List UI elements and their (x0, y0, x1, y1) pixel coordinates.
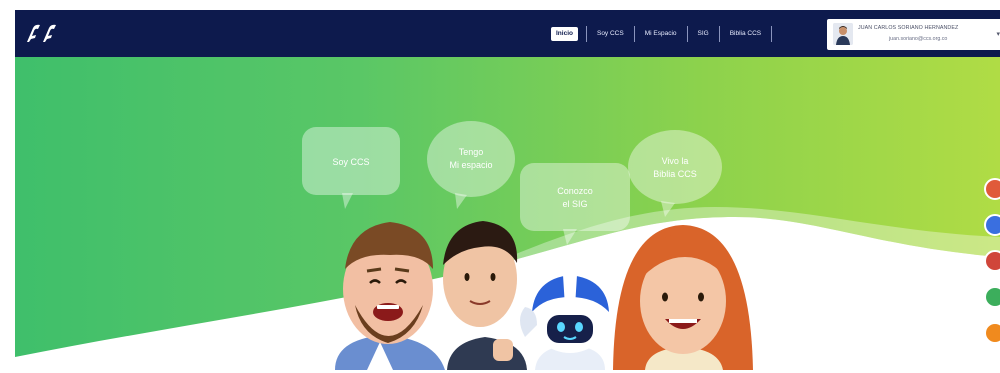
main-nav: Inicio Soy CCS Mi Espacio SIG Biblia CCS (551, 25, 773, 43)
nav-divider (771, 26, 773, 42)
bubble-text: Vivo la (662, 156, 689, 166)
bubble-text: Soy CCS (332, 157, 369, 167)
hero-banner: Soy CCS Tengo Mi espacio Conozco el SIG … (15, 57, 1000, 370)
bubble-text: Tengo (459, 147, 484, 157)
shortcut-button-4[interactable] (984, 286, 1000, 308)
bubble-text: Conozco (557, 186, 593, 196)
user-email: juan.soriano@ccs.org.co (889, 36, 948, 42)
nav-mi-espacio[interactable]: Mi Espacio (635, 27, 687, 41)
nav-soy-ccs[interactable]: Soy CCS (587, 27, 634, 41)
nav-inicio[interactable]: Inicio (551, 27, 578, 41)
shortcut-button-3[interactable] (984, 250, 1000, 272)
shortcut-button-2[interactable] (984, 214, 1000, 236)
user-name: JUAN CARLOS SORIANO HERNANDEZ (858, 25, 959, 31)
bubble-text: el SIG (562, 199, 587, 209)
hero-illustration: Soy CCS Tengo Mi espacio Conozco el SIG … (15, 121, 1000, 370)
nav-biblia-ccs[interactable]: Biblia CCS (720, 27, 771, 41)
avatar (833, 23, 853, 45)
bubble-soy-ccs (302, 127, 400, 209)
ccs-logo[interactable] (25, 22, 59, 44)
shortcut-button-1[interactable] (984, 178, 1000, 200)
user-menu[interactable]: JUAN CARLOS SORIANO HERNANDEZ juan.soria… (827, 19, 1000, 50)
nav-sig[interactable]: SIG (688, 27, 719, 41)
shortcut-button-5[interactable] (984, 322, 1000, 344)
bubble-text: Biblia CCS (653, 169, 697, 179)
top-navbar: Inicio Soy CCS Mi Espacio SIG Biblia CCS… (15, 10, 1000, 57)
bubble-text: Mi espacio (449, 160, 492, 170)
chevron-down-icon[interactable]: ▾ (996, 30, 1000, 38)
